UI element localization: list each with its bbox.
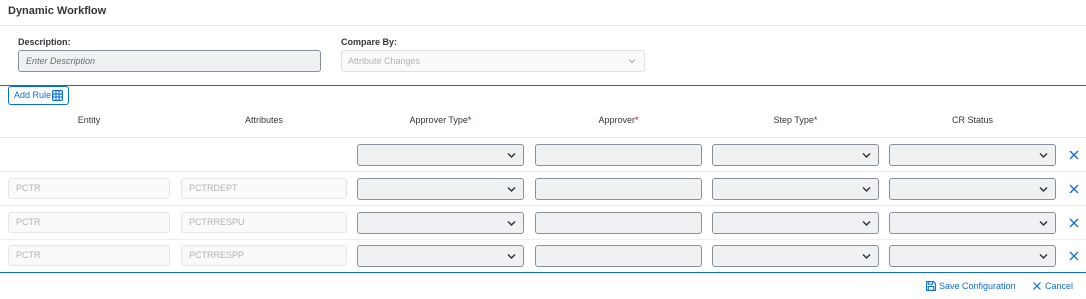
row-divider — [0, 171, 1086, 172]
chevron-down-icon — [862, 220, 871, 227]
approver-type-select[interactable] — [357, 245, 524, 267]
cr-status-select[interactable] — [889, 178, 1056, 200]
chevron-down-icon — [507, 220, 516, 227]
chevron-down-icon — [862, 186, 871, 193]
save-configuration-label: Save Configuration — [939, 281, 1016, 291]
step-type-select[interactable] — [712, 245, 879, 267]
entity-field: PCTR — [8, 212, 170, 233]
description-input[interactable]: Enter Description — [18, 50, 321, 72]
header-divider — [0, 137, 1086, 138]
attributes-field: PCTRDEPT — [181, 178, 347, 199]
column-header-step-type-text: Step Type — [773, 115, 814, 125]
column-header-attributes: Attributes — [181, 115, 347, 125]
entity-field: PCTR — [8, 178, 170, 199]
attributes-field: PCTRRESPU — [181, 212, 347, 233]
approver-type-select[interactable] — [357, 178, 524, 200]
chevron-down-icon — [507, 186, 516, 193]
chevron-down-icon — [1039, 186, 1048, 193]
toolbar-divider — [0, 85, 1086, 86]
delete-row-icon[interactable] — [1068, 217, 1080, 229]
title-divider — [0, 25, 1086, 26]
delete-row-icon[interactable] — [1068, 149, 1080, 161]
cr-status-select[interactable] — [889, 212, 1056, 234]
entity-field: PCTR — [8, 245, 170, 266]
description-label: Description: — [18, 37, 71, 47]
row-divider — [0, 239, 1086, 240]
chevron-down-icon — [1039, 220, 1048, 227]
approver-type-select[interactable] — [357, 212, 524, 234]
column-header-approver-text: Approver — [598, 115, 635, 125]
delete-row-icon[interactable] — [1068, 183, 1080, 195]
step-type-select[interactable] — [712, 212, 879, 234]
page-title: Dynamic Workflow — [8, 5, 107, 17]
required-marker: * — [813, 115, 818, 125]
compare-by-label: Compare By: — [341, 37, 398, 47]
step-type-select[interactable] — [712, 144, 879, 166]
table-icon — [52, 90, 63, 101]
save-icon — [926, 281, 936, 291]
column-header-approver: Approver* — [535, 115, 702, 125]
required-marker: * — [635, 115, 639, 125]
add-rule-button[interactable]: Add Rule — [8, 86, 69, 105]
column-header-step-type: Step Type* — [712, 115, 879, 125]
column-header-cr-status: CR Status — [889, 115, 1056, 125]
column-header-cr-status-text: CR Status — [951, 115, 993, 125]
chevron-down-icon — [628, 59, 636, 64]
approver-input[interactable] — [535, 144, 702, 166]
chevron-down-icon — [1039, 253, 1048, 260]
required-marker: * — [467, 115, 472, 125]
column-header-approver-type: Approver Type* — [357, 115, 524, 125]
compare-by-value: Attribute Changes — [348, 56, 421, 66]
column-header-entity: Entity — [8, 115, 170, 125]
approver-input[interactable] — [535, 212, 702, 234]
column-header-attributes-text: Attributes — [244, 115, 284, 125]
chevron-down-icon — [862, 253, 871, 260]
delete-row-icon[interactable] — [1068, 250, 1080, 262]
save-configuration-button[interactable]: Save Configuration — [926, 281, 1018, 291]
attributes-field: PCTRRESPP — [181, 245, 347, 266]
add-rule-label: Add Rule — [14, 90, 52, 100]
close-icon — [1033, 282, 1041, 290]
step-type-select[interactable] — [712, 178, 879, 200]
approver-input[interactable] — [535, 178, 702, 200]
row-divider — [0, 205, 1086, 206]
compare-by-select[interactable]: Attribute Changes — [341, 50, 645, 72]
cancel-label: Cancel — [1045, 281, 1074, 291]
column-header-entity-text: Entity — [77, 115, 101, 125]
chevron-down-icon — [507, 253, 516, 260]
approver-type-select[interactable] — [357, 144, 524, 166]
column-header-approver-type-text: Approver Type — [409, 115, 468, 125]
approver-input[interactable] — [535, 245, 702, 267]
chevron-down-icon — [507, 152, 516, 159]
table-bottom-divider — [0, 272, 1086, 273]
cr-status-select[interactable] — [889, 144, 1056, 166]
cancel-button[interactable]: Cancel — [1032, 281, 1080, 291]
chevron-down-icon — [862, 152, 871, 159]
cr-status-select[interactable] — [889, 245, 1056, 267]
chevron-down-icon — [1039, 152, 1048, 159]
